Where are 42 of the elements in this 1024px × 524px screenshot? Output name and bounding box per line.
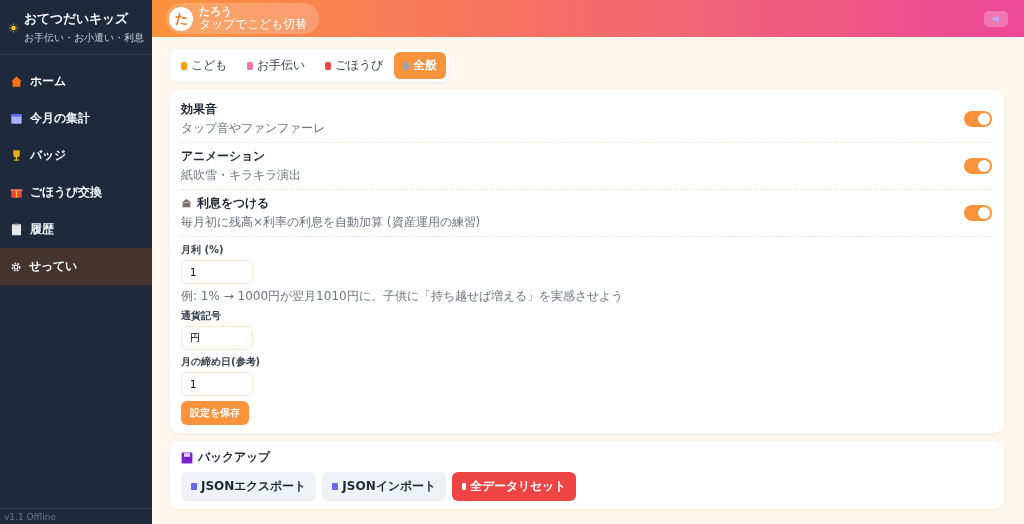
tab[interactable]: こども xyxy=(172,52,236,79)
version-text: v1.1 Offline xyxy=(0,508,152,524)
field-label: 月の締め日(参考) xyxy=(181,355,261,369)
toggle-switch[interactable] xyxy=(964,158,992,174)
setting-description: 毎月初に残高×利率の利息を自動加算 (資産運用の練習) xyxy=(181,214,481,231)
calendar-icon xyxy=(10,112,23,125)
field-label: 通貨記号 xyxy=(181,309,221,323)
toggle-switch[interactable] xyxy=(964,205,992,221)
setting-title: アニメーション xyxy=(181,148,265,165)
house-icon xyxy=(10,75,23,88)
setting-title: 効果音 xyxy=(181,101,217,118)
input-field[interactable]: 1 xyxy=(181,372,253,396)
setting-title: 利息をつける xyxy=(197,195,269,212)
reset-button[interactable]: 全データリセット xyxy=(451,472,576,501)
bank-icon xyxy=(181,198,192,209)
avatar-initial: た xyxy=(169,6,193,31)
tab[interactable]: ごほうび xyxy=(316,52,392,79)
trophy-icon xyxy=(10,149,23,162)
input-field[interactable]: 円 xyxy=(181,326,253,350)
setting-description: タップ音やファンファーレ xyxy=(181,120,325,137)
gear-icon xyxy=(10,260,22,273)
nav-item[interactable]: バッジ xyxy=(0,137,152,174)
nav-item[interactable]: 今月の集計 xyxy=(0,100,152,137)
nav-item[interactable]: ごほうび交換 xyxy=(0,174,152,211)
nav-item[interactable]: ホーム xyxy=(0,63,152,100)
setting-description: 紙吹雪・キラキラ演出 xyxy=(181,167,301,184)
nav-item[interactable]: 履歴 xyxy=(0,211,152,248)
field-label: 月利 (%) xyxy=(181,243,224,257)
app-title: おてつだいキッズ xyxy=(24,10,130,28)
sound-button[interactable] xyxy=(984,10,1008,27)
input-field[interactable]: 1 xyxy=(181,260,253,284)
backup-button[interactable]: JSONインポート xyxy=(322,472,446,501)
clipboard-icon xyxy=(10,223,23,236)
toggle-switch[interactable] xyxy=(964,111,992,127)
tab[interactable]: お手伝い xyxy=(238,52,314,79)
backup-button[interactable]: JSONエクスポート xyxy=(181,472,317,501)
gift-icon xyxy=(10,186,23,199)
nav-item[interactable]: せってい xyxy=(0,248,152,285)
app-subtitle: お手伝い・お小遣い・利息 xyxy=(24,31,144,45)
help-text: 例: 1% → 1000円が翌月1010円に。子供に「持ち越せば増える」を実感させよう xyxy=(181,288,623,305)
section-title: バックアップ xyxy=(198,449,270,466)
speaker-icon xyxy=(992,14,1000,23)
